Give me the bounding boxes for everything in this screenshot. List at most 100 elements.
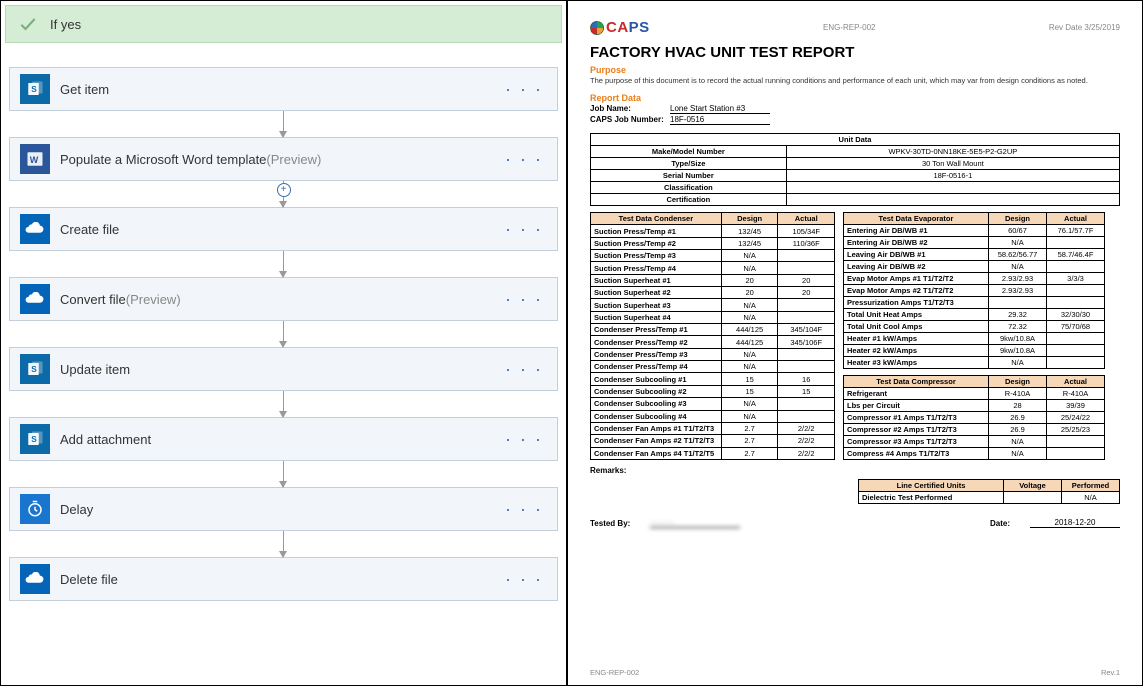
flow-arrow [5, 251, 562, 277]
table-row: Heater #1 kW/Amps9kw/10.8A [844, 333, 1105, 345]
svg-text:S: S [31, 85, 37, 94]
document-preview-panel: CAPS ENG-REP-002 Rev Date 3/25/2019 FACT… [567, 0, 1143, 686]
gear-icon [590, 21, 604, 35]
footer-rev: Rev.1 [1101, 668, 1120, 677]
flow-arrow [5, 461, 562, 487]
step-label: Convert file(Preview) [60, 292, 501, 307]
document-title: FACTORY HVAC UNIT TEST REPORT [590, 44, 1120, 61]
sp-icon: S [20, 354, 50, 384]
table-row: Dielectric Test PerformedN/A [859, 492, 1120, 504]
table-row: RefrigerantR-410AR-410A [844, 388, 1105, 400]
table-row: Classification [591, 182, 1120, 194]
step-label: Delete file [60, 572, 501, 587]
job-name-label: Job Name: [590, 104, 670, 114]
od-icon [20, 564, 50, 594]
doc-id: ENG-REP-002 [823, 23, 875, 32]
step-menu-button[interactable]: · · · [501, 289, 547, 310]
flow-arrow [5, 531, 562, 557]
table-row: Suction Superheat #22020 [591, 287, 835, 299]
step-label: Create file [60, 222, 501, 237]
step-label: Delay [60, 502, 501, 517]
flow-step[interactable]: S Update item· · · [9, 347, 558, 391]
table-row: Condenser Subcooling #11516 [591, 373, 835, 385]
table-row: Suction Press/Temp #2132/45110/36F [591, 237, 835, 249]
table-row: Condenser Press/Temp #1444/125345/104F [591, 324, 835, 336]
table-row: Entering Air DB/WB #160/6776.1/57.7F [844, 225, 1105, 237]
step-label: Get item [60, 82, 501, 97]
flow-step[interactable]: W Populate a Microsoft Word template(Prev… [9, 137, 558, 181]
step-menu-button[interactable]: · · · [501, 79, 547, 100]
step-label: Add attachment [60, 432, 501, 447]
time-icon [20, 494, 50, 524]
unit-data-table: Unit Data Make/Model NumberWPKV-30TD-0NN… [590, 133, 1120, 206]
table-row: Compressor #3 Amps T1/T2/T3N/A [844, 436, 1105, 448]
table-row: Type/Size30 Ton Wall Mount [591, 158, 1120, 170]
table-row: Evap Motor Amps #1 T1/T2/T22.93/2.933/3/… [844, 273, 1105, 285]
flow-step[interactable]: S Get item· · · [9, 67, 558, 111]
purpose-heading: Purpose [590, 65, 1120, 75]
table-row: Leaving Air DB/WB #158.62/56.7758.7/46.4… [844, 249, 1105, 261]
table-row: Lbs per Circuit2839/39 [844, 400, 1105, 412]
footer-docid: ENG-REP-002 [590, 668, 639, 677]
table-row: Leaving Air DB/WB #2N/A [844, 261, 1105, 273]
flow-arrow [5, 321, 562, 347]
step-menu-button[interactable]: · · · [501, 359, 547, 380]
table-row: Suction Press/Temp #3N/A [591, 250, 835, 262]
rev-date: Rev Date 3/25/2019 [1049, 23, 1120, 32]
flow-step[interactable]: Create file· · · [9, 207, 558, 251]
svg-text:S: S [31, 365, 37, 374]
condition-label: If yes [50, 17, 81, 32]
table-row: Condenser Fan Amps #4 T1/T2/T52.72/2/2 [591, 447, 835, 459]
job-name-value: Lone Start Station #3 [670, 104, 770, 114]
table-row: Condenser Fan Amps #2 T1/T2/T32.72/2/2 [591, 435, 835, 447]
table-row: Heater #3 kW/AmpsN/A [844, 357, 1105, 369]
step-menu-button[interactable]: · · · [501, 499, 547, 520]
table-row: Evap Motor Amps #2 T1/T2/T22.93/2.93 [844, 285, 1105, 297]
step-menu-button[interactable]: · · · [501, 149, 547, 170]
flow-designer-panel: If yes SGet item· · ·WPopulate a Microso… [0, 0, 567, 686]
evaporator-table: Test Data EvaporatorDesignActual Enterin… [843, 212, 1105, 369]
compressor-table: Test Data CompressorDesignActual Refrige… [843, 375, 1105, 460]
table-row: Suction Press/Temp #4N/A [591, 262, 835, 274]
step-menu-button[interactable]: · · · [501, 429, 547, 450]
flow-condition-header[interactable]: If yes [5, 5, 562, 43]
table-row: Total Unit Heat Amps29.3232/30/30 [844, 309, 1105, 321]
table-row: Suction Superheat #12020 [591, 274, 835, 286]
table-row: Serial Number18F-0516-1 [591, 170, 1120, 182]
sp-icon: S [20, 74, 50, 104]
flow-step[interactable]: Delay· · · [9, 487, 558, 531]
table-row: Condenser Press/Temp #4N/A [591, 361, 835, 373]
table-row: Condenser Subcooling #3N/A [591, 398, 835, 410]
od-icon [20, 214, 50, 244]
table-row: Compressor #2 Amps T1/T2/T326.925/25/23 [844, 424, 1105, 436]
table-row: Entering Air DB/WB #2N/A [844, 237, 1105, 249]
table-row: Condenser Press/Temp #2444/125345/106F [591, 336, 835, 348]
step-label: Populate a Microsoft Word template(Previ… [60, 152, 501, 167]
flow-arrow [5, 111, 562, 137]
table-row: Compressor #1 Amps T1/T2/T326.925/24/22 [844, 412, 1105, 424]
flow-step[interactable]: Delete file· · · [9, 557, 558, 601]
table-row: Condenser Subcooling #21515 [591, 385, 835, 397]
date-label: Date: [990, 519, 1010, 528]
svg-text:W: W [30, 155, 39, 165]
table-row: Suction Press/Temp #1132/45105/34F [591, 225, 835, 237]
table-row: Suction Superheat #4N/A [591, 311, 835, 323]
purpose-text: The purpose of this document is to recor… [590, 76, 1120, 85]
step-menu-button[interactable]: · · · [501, 569, 547, 590]
table-row: Total Unit Cool Amps72.3275/70/68 [844, 321, 1105, 333]
table-row: Heater #2 kW/Amps9kw/10.8A [844, 345, 1105, 357]
remarks-label: Remarks: [590, 466, 1120, 475]
od-icon [20, 284, 50, 314]
step-menu-button[interactable]: · · · [501, 219, 547, 240]
flow-step[interactable]: S Add attachment· · · [9, 417, 558, 461]
table-row: Condenser Fan Amps #1 T1/T2/T32.72/2/2 [591, 422, 835, 434]
table-row: Suction Superheat #3N/A [591, 299, 835, 311]
flow-arrow [5, 391, 562, 417]
condenser-table: Test Data CondenserDesignActual Suction … [590, 212, 835, 460]
add-step-button[interactable]: + [277, 183, 291, 197]
svg-text:S: S [31, 435, 37, 444]
flow-step[interactable]: Convert file(Preview)· · · [9, 277, 558, 321]
table-row: Make/Model NumberWPKV-30TD-0NN18KE-5E5-P… [591, 146, 1120, 158]
word-icon: W [20, 144, 50, 174]
step-label: Update item [60, 362, 501, 377]
